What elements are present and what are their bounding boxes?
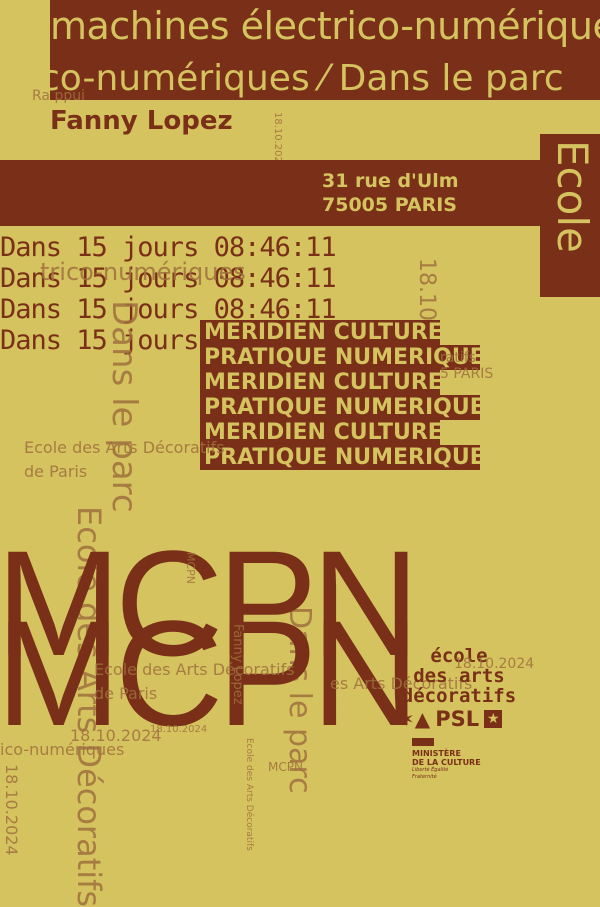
box-line-5: MERIDIEN CULTURE <box>200 420 443 445</box>
box-line-3: MERIDIEN CULTURE <box>200 370 443 395</box>
second-banner: co-numériques ⁄ Dans le parc <box>50 58 600 100</box>
highlight-box-stack: MERIDIEN CULTURE PRATIQUE NUMERIQUE MERI… <box>200 320 485 470</box>
ministere-motto: Liberté Égalité Fraternité <box>412 767 449 780</box>
eda-logo: école des arts décoratifs <box>392 646 526 706</box>
eda-logo-line-3: décoratifs <box>401 685 517 707</box>
ministere-line-2: DE LA CULTURE <box>412 758 481 767</box>
side-ecole-band: Ecole <box>540 134 600 297</box>
side-ecole-text: Ecole <box>548 140 597 253</box>
psl-star-icon: ★ <box>484 710 503 728</box>
psl-text: PSL <box>435 707 480 731</box>
date-logo-overlay: 18.10.2024 <box>454 656 535 672</box>
box-line-1: MERIDIEN CULTURE <box>200 320 443 345</box>
bottom-left-text: ico-numériques <box>0 740 125 759</box>
banner-top-text: machines électrico-numériques <box>50 4 600 48</box>
mcpn-small-bottom: MCPN <box>268 760 303 774</box>
box-line-6: PRATIQUE NUMERIQUE <box>200 445 485 470</box>
vertical-mcpn-small: MCPN <box>184 552 197 585</box>
faint-overlay-text: trico-numériques <box>40 258 246 286</box>
date-bottom-small: 18.10.2024 <box>150 724 208 735</box>
school-name-bottom-2: de Paris <box>94 684 158 703</box>
address-line-2: 75005 PARIS <box>322 194 457 216</box>
top-banner: machines électrico-numériques <box>50 0 600 58</box>
school-name-bottom: Ecole des Arts Décoratifs <box>94 660 295 679</box>
vertical-school-small: Ecole des Arts Décoratifs <box>244 738 254 851</box>
ministere-line-1: MINISTÈRE <box>412 749 461 758</box>
faint-address-right: ratifs 5 PARIS <box>440 350 494 382</box>
marianne-icon <box>412 738 434 746</box>
vertical-author-small: Fanny Lopez <box>230 624 245 705</box>
address-line-1: 31 rue d'Ulm <box>322 170 459 192</box>
psl-logo: ✶▲ PSL ★ <box>398 707 503 731</box>
psl-mark-icon: ✶▲ <box>398 707 431 731</box>
ministere-logo: MINISTÈRE DE LA CULTURE Liberté Égalité … <box>412 738 522 781</box>
address-band: 31 rue d'Ulm 75005 PARIS <box>0 160 540 226</box>
faint-fragment-top: Ra ppui <box>32 88 85 104</box>
author-name: Fanny Lopez <box>50 106 233 136</box>
vertical-park-text: Dans le parc <box>104 300 144 513</box>
vertical-date-bottom-left: 18.10.2024 <box>2 764 21 856</box>
box-line-2: PRATIQUE NUMERIQUE <box>200 345 485 370</box>
box-line-4: PRATIQUE NUMERIQUE <box>200 395 485 420</box>
banner-second-text: co-numériques ⁄ Dans le parc <box>50 58 564 99</box>
